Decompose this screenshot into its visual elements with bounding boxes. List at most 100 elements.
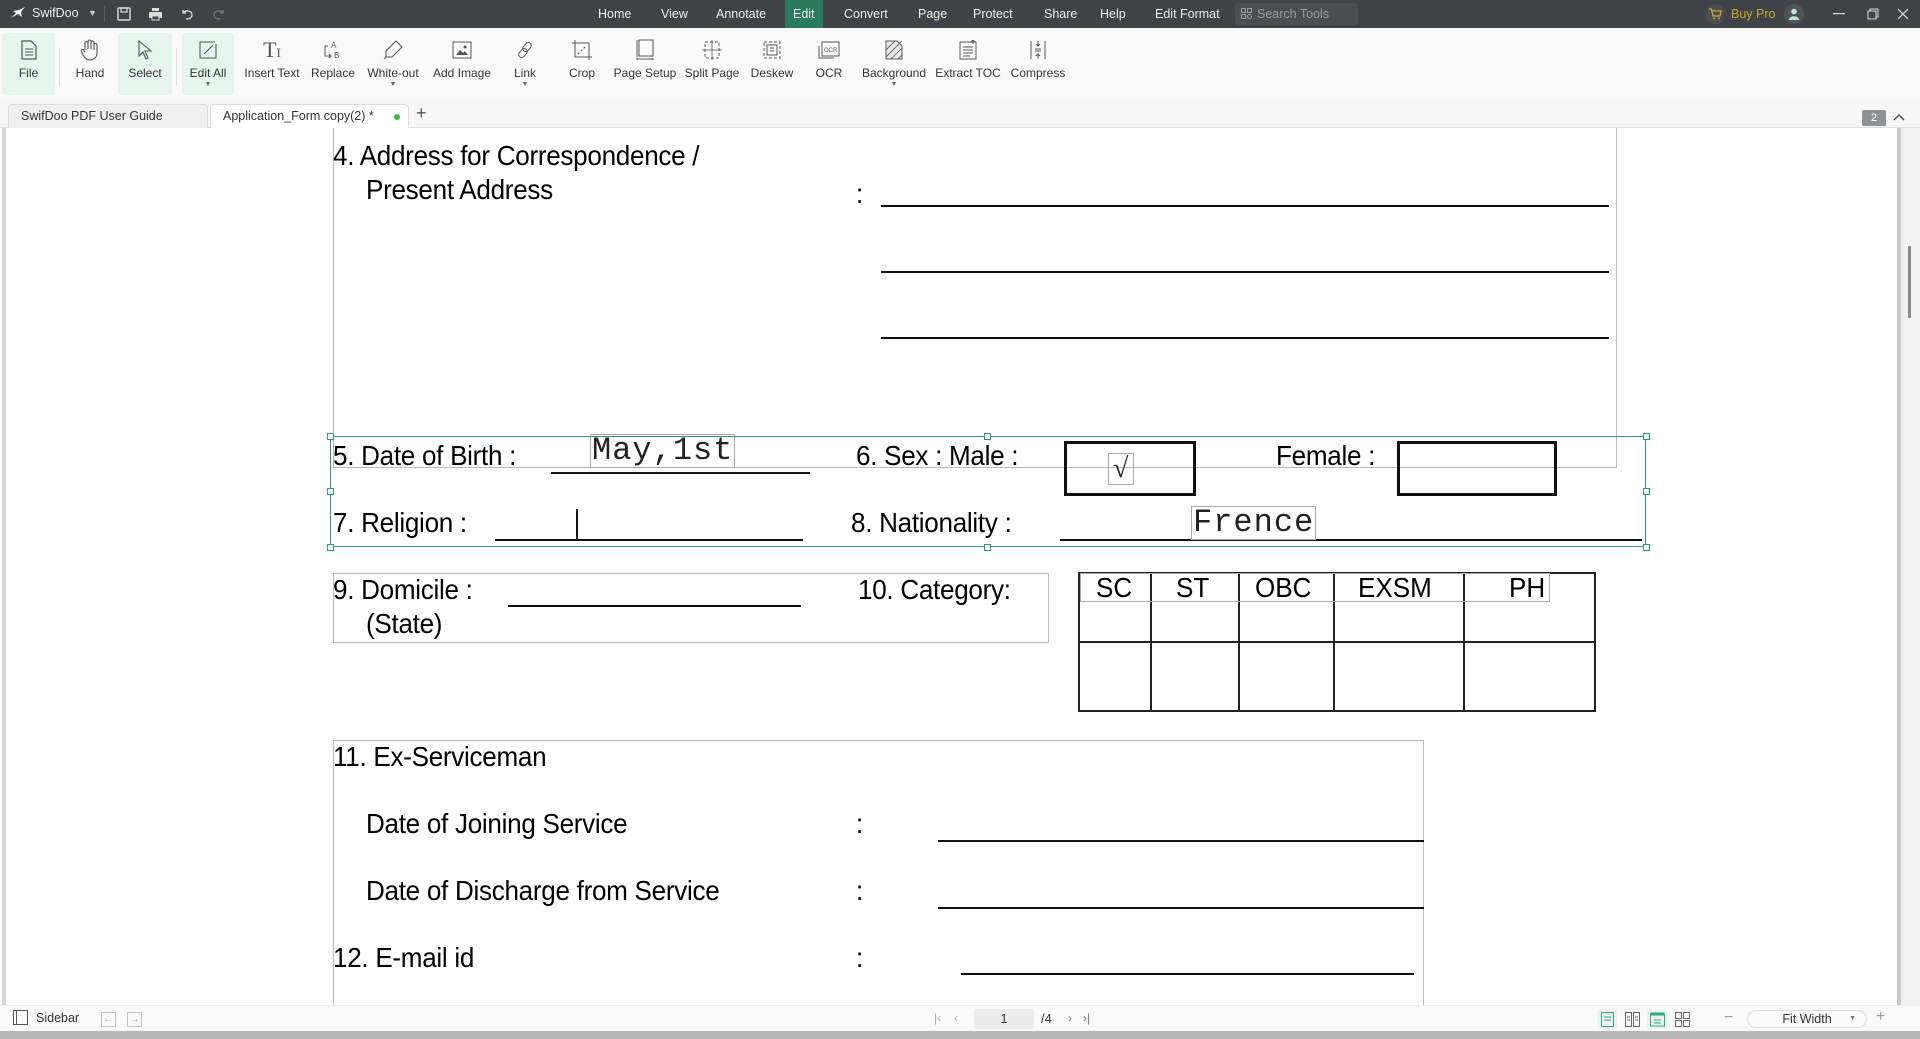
- resize-handle[interactable]: [984, 544, 991, 551]
- resize-handle[interactable]: [327, 544, 334, 551]
- menu-edit-format[interactable]: Edit Format: [1147, 0, 1228, 28]
- document-viewer[interactable]: 4. Address for Correspondence / Present …: [0, 128, 1920, 1005]
- menu-protect[interactable]: Protect: [965, 0, 1021, 28]
- compress-label: Compress: [1010, 66, 1066, 80]
- resize-handle[interactable]: [1643, 488, 1650, 495]
- save-icon[interactable]: [115, 5, 133, 23]
- replace-button[interactable]: AB Replace: [310, 33, 356, 95]
- new-tab-button[interactable]: +: [416, 104, 427, 122]
- user-avatar-icon[interactable]: [1784, 4, 1804, 24]
- background-label: Background: [861, 66, 927, 80]
- redo-icon[interactable]: [210, 5, 228, 23]
- app-logo[interactable]: SwifDoo: [10, 6, 79, 20]
- hand-button[interactable]: Hand: [66, 33, 114, 95]
- previous-page-icon[interactable]: ‹: [954, 1011, 958, 1025]
- menu-annotate[interactable]: Annotate: [708, 0, 774, 28]
- buy-pro-button[interactable]: Buy Pro: [1705, 4, 1775, 24]
- tab-application-form[interactable]: Application_Form copy(2) *: [210, 104, 409, 129]
- resize-handle[interactable]: [327, 433, 334, 440]
- last-page-icon[interactable]: ›|: [1083, 1011, 1090, 1025]
- file-icon: [16, 37, 42, 63]
- edit-all-label: Edit All: [189, 66, 227, 80]
- edit-all-button[interactable]: Edit All ▼: [182, 33, 234, 95]
- page-setup-button[interactable]: Page Setup: [614, 33, 676, 95]
- scrollbar-edge: [1897, 128, 1901, 1005]
- collapse-ribbon-icon[interactable]: [1893, 110, 1905, 124]
- next-page-icon[interactable]: ›: [1068, 1011, 1072, 1025]
- insert-text-icon: TI: [263, 37, 281, 62]
- restore-button[interactable]: [1856, 0, 1890, 28]
- search-tools-input[interactable]: Search Tools: [1235, 3, 1358, 25]
- deskew-button[interactable]: Deskew: [750, 33, 794, 95]
- joining-date-line[interactable]: [938, 840, 1424, 842]
- continuous-view-icon[interactable]: [1647, 1009, 1667, 1029]
- insert-text-button[interactable]: TI Insert Text: [244, 33, 300, 95]
- extract-toc-label: Extract TOC: [935, 66, 1001, 80]
- select-button[interactable]: Select: [118, 33, 172, 95]
- domicile-line[interactable]: [508, 605, 801, 607]
- deskew-label: Deskew: [750, 66, 794, 80]
- menu-home[interactable]: Home: [590, 0, 639, 28]
- sidebar-toggle[interactable]: Sidebar: [13, 1010, 79, 1025]
- two-page-continuous-view-icon[interactable]: [1672, 1009, 1692, 1029]
- crop-icon: [569, 37, 595, 63]
- background-icon: [881, 37, 907, 63]
- add-image-button[interactable]: Add Image: [430, 33, 494, 95]
- zoom-in-button[interactable]: +: [1876, 1008, 1885, 1026]
- q4-colon: :: [856, 178, 863, 209]
- svg-text:B: B: [334, 51, 339, 60]
- extract-toc-button[interactable]: Extract TOC: [935, 33, 1001, 95]
- chevron-down-icon: ▼: [204, 81, 212, 88]
- menu-convert[interactable]: Convert: [836, 0, 896, 28]
- selection-box[interactable]: [330, 436, 1646, 547]
- white-out-icon: [380, 37, 406, 63]
- two-page-view-icon[interactable]: [1622, 1009, 1642, 1029]
- email-line[interactable]: [961, 973, 1414, 975]
- resize-handle[interactable]: [1643, 544, 1650, 551]
- tab-label: Application_Form copy(2) *: [223, 109, 374, 123]
- print-icon[interactable]: [146, 5, 164, 23]
- menu-edit[interactable]: Edit: [785, 0, 823, 28]
- cart-icon: [1705, 4, 1725, 24]
- forward-arrow-icon[interactable]: →: [127, 1012, 142, 1027]
- undo-icon[interactable]: [178, 5, 196, 23]
- app-menu-caret-icon[interactable]: ▼: [88, 8, 97, 18]
- menu-page[interactable]: Page: [910, 0, 955, 28]
- resize-handle[interactable]: [327, 488, 334, 495]
- scrollbar-thumb[interactable]: [1908, 246, 1911, 318]
- compress-button[interactable]: Compress: [1010, 33, 1066, 95]
- tab-user-guide[interactable]: SwifDoo PDF User Guide: [8, 104, 208, 128]
- file-label: File: [18, 66, 39, 80]
- ocr-button[interactable]: OCR OCR: [814, 33, 844, 95]
- menu-help[interactable]: Help: [1092, 0, 1134, 28]
- address-line-1[interactable]: [881, 205, 1609, 207]
- link-button[interactable]: Link ▼: [508, 33, 542, 95]
- file-button[interactable]: File: [2, 33, 55, 95]
- category-header-text-box[interactable]: [1080, 573, 1550, 602]
- address-line-2[interactable]: [881, 271, 1609, 273]
- chevron-down-icon: ▼: [389, 81, 397, 88]
- menu-share[interactable]: Share: [1036, 0, 1085, 28]
- background-button[interactable]: Background ▼: [860, 33, 928, 95]
- resize-handle[interactable]: [1643, 433, 1650, 440]
- address-line-3[interactable]: [881, 337, 1609, 339]
- discharge-date-line[interactable]: [938, 907, 1424, 909]
- menu-view[interactable]: View: [653, 0, 696, 28]
- first-page-icon[interactable]: |‹: [934, 1011, 941, 1025]
- zoom-out-button[interactable]: −: [1724, 1009, 1733, 1027]
- page-setup-icon: [632, 37, 658, 63]
- single-page-view-icon[interactable]: [1597, 1009, 1617, 1029]
- back-arrow-icon[interactable]: ←: [101, 1012, 116, 1027]
- chevron-down-icon: ▼: [521, 81, 529, 88]
- split-page-button[interactable]: Split Page: [685, 33, 739, 95]
- title-bar: SwifDoo ▼ Home View Annotate Edit Conver…: [0, 0, 1920, 28]
- link-icon: [512, 37, 538, 63]
- close-button[interactable]: [1886, 0, 1920, 28]
- page-setup-label: Page Setup: [613, 66, 677, 80]
- zoom-mode-select[interactable]: Fit Width ▼: [1747, 1010, 1867, 1028]
- minimize-button[interactable]: [1822, 0, 1856, 28]
- crop-button[interactable]: Crop: [566, 33, 598, 95]
- white-out-button[interactable]: White-out ▼: [364, 33, 422, 95]
- resize-handle[interactable]: [984, 433, 991, 440]
- page-number-input[interactable]: 1: [974, 1009, 1034, 1029]
